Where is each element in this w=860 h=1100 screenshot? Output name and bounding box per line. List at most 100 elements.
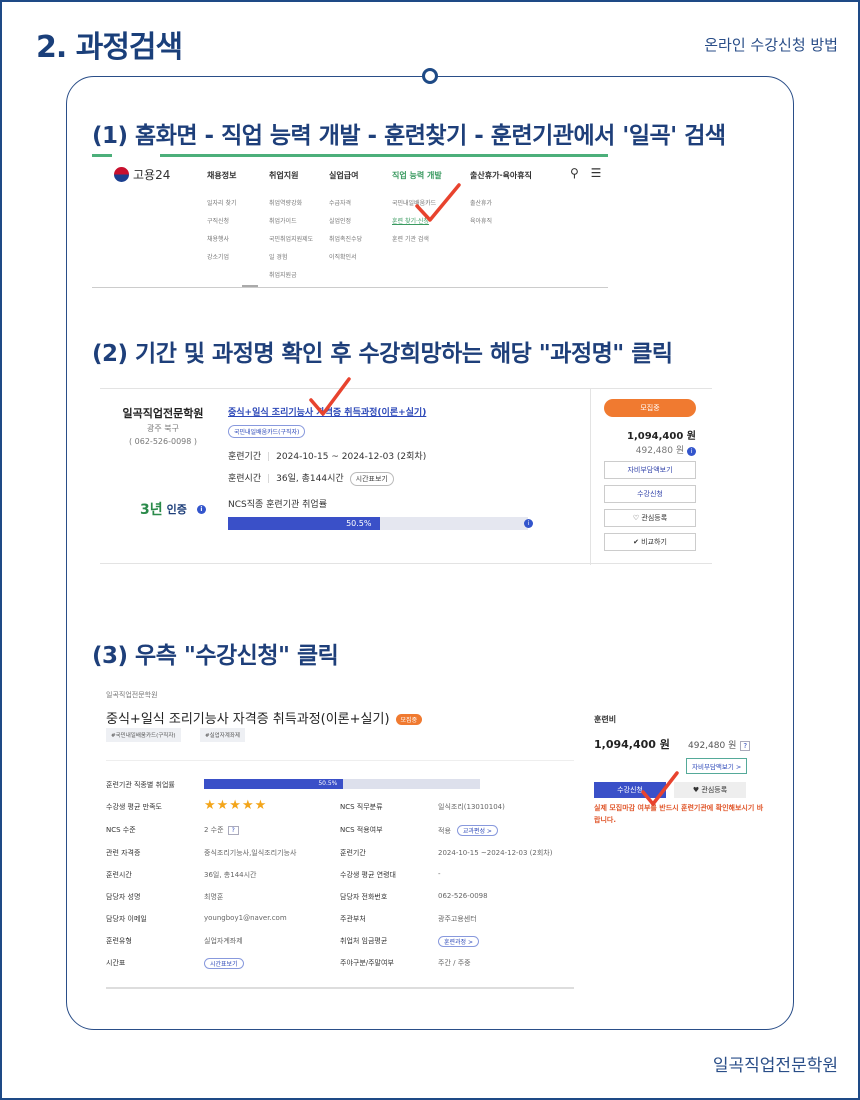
detail-value: 36일, 총144시간 (204, 871, 257, 879)
divider (106, 760, 574, 761)
ncs-rate-label: NCS직종 훈련기관 취업률 (228, 500, 327, 510)
course-info-button[interactable]: 훈련과정 > (438, 936, 480, 947)
page-subtitle: 온라인 수강신청 방법 (704, 36, 838, 54)
nav-maternity-leave[interactable]: 출산휴가·육아휴직 (470, 170, 532, 181)
menu-item[interactable]: 구직신청 (207, 216, 229, 225)
detail-label: 담당자 성명 (106, 893, 141, 901)
ncs-applied-value: 적용 (438, 827, 451, 835)
self-pay-value: 492,480 원 (688, 741, 737, 751)
menu-item[interactable]: 일 경험 (269, 252, 287, 261)
screenshot-menu: 고용24 채용정보 취업지원 실업급여 직업 능력 개발 출산휴가·육아휴직 ⚲… (92, 154, 608, 288)
academy-name: 일곡직업전문학원 (106, 691, 158, 699)
nav-jobs[interactable]: 채용정보 (207, 170, 236, 181)
menu-item[interactable]: 취업촉진수당 (329, 234, 362, 243)
help-button[interactable]: ? (227, 826, 239, 835)
period-value: 2024-10-15 ~ 2024-12-03 (2회차) (276, 452, 427, 462)
detail-label: NCS 수준 (106, 826, 136, 834)
detail-value: 실업자계좌제 (204, 937, 243, 945)
cert-years: 3년 (140, 502, 163, 518)
nav-unemployment-benefit[interactable]: 실업급여 (329, 170, 358, 181)
info-icon[interactable]: i (524, 519, 533, 528)
fee-label: 훈련비 (594, 715, 617, 724)
heart-icon: ♥ (692, 786, 700, 794)
check-icon: ✔ (633, 538, 639, 546)
menu-item[interactable]: 국민취업지원제도 (269, 234, 313, 243)
self-pay-value: 492,480 원 (635, 446, 685, 456)
self-pay-button[interactable]: 자비부담액보기 (604, 461, 696, 479)
divider (590, 389, 591, 565)
menu-item[interactable]: 취업지원금 (269, 270, 297, 279)
course-title-text: 중식+일식 조리기능사 자격증 취득과정(이론+실기) (106, 712, 390, 727)
apply-button[interactable]: 수강신청 (604, 485, 696, 503)
taegeuk-icon (114, 167, 129, 182)
menu-item[interactable]: 이직확인서 (329, 252, 357, 261)
academy-name[interactable]: 일곡직업전문학원 (122, 405, 204, 421)
screenshot-course-list: 일곡직업전문학원 광주 북구 ( 062-526-0098 ) 3년 인증 i … (100, 388, 712, 565)
detail-value: 중식조리기능사,일식조리기능사 (204, 849, 297, 857)
employment-rate-fill: 50.5% (228, 517, 380, 530)
menu-item[interactable]: 실업인정 (329, 216, 351, 225)
detail-value: - (438, 870, 441, 878)
info-icon[interactable]: i (196, 504, 206, 514)
timetable-button[interactable]: 시간표보기 (204, 958, 244, 969)
hamburger-icon[interactable]: ☰ (591, 166, 602, 180)
detail-label: 주관부처 (340, 915, 366, 923)
menu-item[interactable]: 출산휴가 (470, 198, 492, 207)
check-mark-icon (640, 770, 680, 808)
detail-label: 담당자 이메일 (106, 915, 147, 923)
detail-label: 훈련기간 (340, 849, 366, 857)
timetable-button[interactable]: 시간표보기 (349, 472, 394, 486)
menu-item[interactable]: 취업가이드 (269, 216, 297, 225)
recruiting-badge: 모집중 (395, 714, 423, 725)
course-tag: #실업자계좌제 (200, 728, 245, 742)
favorite-button[interactable]: ♥ 관심등록 (674, 782, 746, 798)
detail-label: 시간표 (106, 959, 126, 967)
detail-value: 2 수준? (204, 825, 239, 835)
detail-label: 수강생 평균 만족도 (106, 803, 162, 811)
detail-label: 주야구분/주말여부 (340, 959, 394, 967)
curriculum-button[interactable]: 교과편성 > (456, 825, 498, 836)
header-icons: ⚲ ☰ (570, 166, 601, 180)
menu-item[interactable]: 강소기업 (207, 252, 229, 261)
detail-value: 일식조리(13010104) (438, 803, 505, 811)
compare-button[interactable]: ✔ 비교하기 (604, 533, 696, 551)
star-rating-icon: ★★★★★ (204, 798, 268, 813)
accent-line (92, 154, 112, 157)
menu-item[interactable]: 일자리 찾기 (207, 198, 237, 207)
nav-employment-support[interactable]: 취업지원 (269, 170, 298, 181)
nav-vocational-training[interactable]: 직업 능력 개발 (392, 170, 442, 181)
step-1-title: (1) 홈화면 - 직업 능력 개발 - 훈련찾기 - 훈련기관에서 '일곡' … (92, 123, 726, 149)
recruiting-badge: 모집중 (604, 399, 696, 417)
self-pay-fee: 492,480 원? (688, 738, 751, 751)
divider (92, 287, 608, 288)
detail-value: 적용 교과편성 > (438, 825, 498, 836)
detail-label: 취업처 임금평균 (340, 937, 388, 945)
detail-value: 주간 / 주중 (438, 959, 471, 967)
menu-item[interactable]: 육아휴직 (470, 216, 492, 225)
menu-item[interactable]: 채용행사 (207, 234, 229, 243)
course-price: 1,094,400 원 (627, 431, 696, 442)
search-icon[interactable]: ⚲ (570, 166, 579, 180)
goyong24-logo[interactable]: 고용24 (114, 166, 170, 183)
menu-item[interactable]: 수급자격 (329, 198, 351, 207)
academy-location: 광주 북구 (147, 424, 179, 433)
menu-item[interactable]: 훈련 기관 검색 (392, 234, 429, 243)
favorite-button[interactable]: ♡ 관심등록 (604, 509, 696, 527)
warning-text: 실제 모집마감 여부를 반드시 훈련기관에 확인해보시기 바랍니다. (594, 804, 764, 824)
detail-label: 관련 자격증 (106, 849, 141, 857)
detail-value: 062-526-0098 (438, 892, 488, 900)
page-title: 2. 과정검색 (36, 30, 183, 65)
time-value: 36일, 총144시간 (276, 474, 344, 484)
detail-label: NCS 직무분류 (340, 803, 383, 811)
footer-academy: 일곡직업전문학원 (712, 1056, 838, 1076)
screenshot-course-detail: 일곡직업전문학원 중식+일식 조리기능사 자격증 취득과정(이론+실기) 모집중 … (92, 690, 774, 990)
help-button[interactable]: ? (740, 741, 751, 751)
info-icon[interactable]: i (687, 447, 696, 456)
detail-value: 2024-10-15 ~2024-12-03 (2회차) (438, 849, 553, 857)
course-tag: #국민내일배움카드(구직자) (106, 728, 181, 742)
favorite-label: 관심등록 (701, 786, 728, 794)
self-pay-button[interactable]: 자비부담액보기 > (686, 758, 748, 774)
self-pay-price: 492,480 원 i (600, 443, 696, 456)
menu-item[interactable]: 취업역량강화 (269, 198, 302, 207)
time-label: 훈련시간 (228, 474, 262, 484)
